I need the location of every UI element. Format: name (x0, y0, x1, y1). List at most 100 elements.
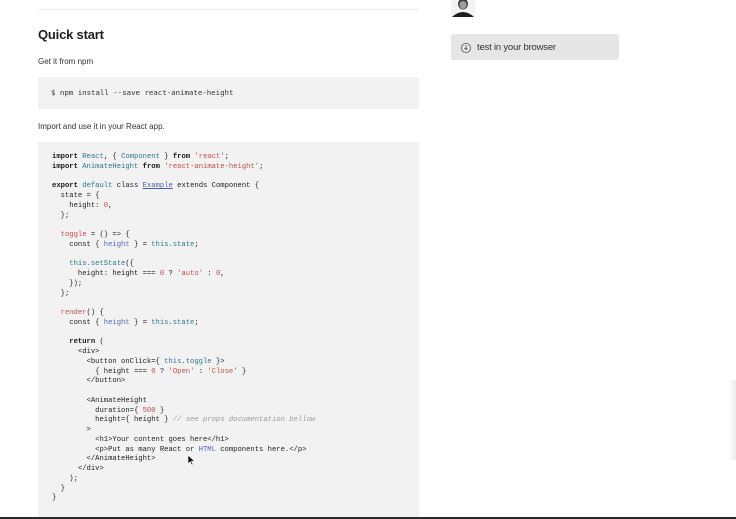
code-token: } (237, 367, 247, 376)
code-line: this.setState({ (52, 260, 419, 270)
code-line: state = { (52, 192, 419, 202)
avatar[interactable] (451, 0, 475, 17)
code-line: export default class Example extends Com… (52, 182, 419, 192)
code-token: Component (121, 153, 160, 161)
code-line: toggle = () => { (52, 231, 419, 241)
code-line: <button onClick={ this.toggle }> (52, 358, 419, 368)
code-line: <div> (52, 348, 419, 358)
code-token: from (172, 153, 191, 161)
code-token: 'react-animate-height' (164, 162, 260, 171)
code-line: const { height } = this.state; (52, 319, 419, 329)
code-token: <p>Put as many React or (52, 445, 199, 454)
code-line: import React, { Component } from 'react'… (52, 153, 419, 163)
code-token: , (108, 201, 113, 210)
code-token: } = (129, 240, 152, 249)
code-line: return ( (52, 338, 419, 348)
code-token: = () => { (86, 231, 130, 239)
test-in-browser-label: test in your browser (477, 41, 556, 53)
code-token: height: (52, 201, 104, 210)
get-it-text: Get it from npm (38, 57, 94, 66)
code-line: } (52, 494, 419, 504)
install-command-block[interactable]: $ npm install --save react-animate-heigh… (38, 77, 419, 109)
code-token: </AnimateHeight> (52, 455, 156, 464)
code-token: this.setState (69, 260, 126, 269)
code-token: ? (155, 367, 169, 376)
code-line: const { height } = this.state; (52, 241, 419, 251)
code-token: height (103, 318, 130, 327)
code-token: }; (52, 211, 70, 220)
code-token: state = { (52, 192, 100, 200)
download-circle-icon (460, 41, 472, 54)
code-line: }); (52, 280, 419, 290)
code-token: <div> (52, 348, 100, 356)
code-token: 500 (142, 406, 156, 415)
code-token: 'react' (194, 153, 225, 161)
code-token: React (82, 153, 104, 161)
code-token: this.state (151, 318, 195, 327)
code-line: </button> (52, 377, 419, 387)
code-token: }); (52, 279, 83, 288)
code-line: </div> (52, 465, 419, 475)
code-token: const { (52, 240, 104, 249)
code-token: ; (194, 318, 199, 327)
code-token: return (69, 338, 96, 347)
code-token: HTML (198, 445, 216, 454)
code-token: this.state (151, 240, 195, 249)
code-token: }; (52, 289, 70, 298)
code-line: render() { (52, 309, 419, 319)
code-line: { height === 0 ? 'Open' : 'Close' } (52, 368, 419, 378)
mouse-cursor-icon (187, 454, 196, 466)
page: Quick start Get it from npm $ npm instal… (0, 0, 736, 519)
code-token: </div> (52, 465, 104, 473)
code-line: duration={ 500 } (52, 407, 419, 417)
code-token: 'auto' (177, 270, 204, 278)
code-token: height={ height } (52, 416, 173, 425)
code-token: <button onClick={ (52, 357, 165, 366)
code-line: import AnimateHeight from 'react-animate… (52, 163, 419, 173)
code-line: <h1>Your content goes here</h1> (52, 436, 419, 446)
code-token: ? (164, 270, 178, 278)
code-token: components here.</p> (215, 445, 307, 454)
code-token: this.toggle (164, 357, 212, 366)
code-example-block[interactable]: import React, { Component } from 'react'… (38, 142, 419, 519)
code-token: , { (103, 153, 122, 161)
code-token: ; (224, 153, 229, 161)
code-token: ); (52, 474, 78, 483)
code-token: <h1>Your content goes here</h1> (52, 435, 229, 444)
code-line: height: 0, (52, 202, 419, 212)
code-token: AnimateHeight (82, 162, 139, 171)
code-line: > (52, 426, 419, 436)
code-token: default (82, 182, 113, 191)
code-line: }; (52, 212, 419, 222)
code-token: : (203, 270, 216, 278)
code-line: ); (52, 475, 419, 485)
code-token: ({ (125, 260, 134, 269)
code-token: } (52, 484, 65, 493)
code-token[interactable]: Example (143, 182, 173, 190)
code-line: </AnimateHeight> (52, 455, 419, 465)
scroll-edge-shadow (728, 380, 736, 460)
code-token: }> (211, 357, 225, 366)
code-token: ; (259, 162, 264, 171)
code-token: toggle (60, 231, 87, 239)
code-token: <AnimateHeight (52, 396, 147, 405)
code-line: height: height === 0 ? 'auto' : 0, (52, 270, 419, 280)
divider (38, 9, 419, 10)
code-token: () { (86, 309, 104, 317)
section-title: Quick start (38, 27, 104, 42)
code-token: render (60, 309, 87, 317)
code-line: } (52, 485, 419, 495)
code-token: from (142, 162, 160, 171)
code-token: duration={ (52, 406, 143, 415)
code-token: // see props documentation bellow (172, 416, 316, 425)
code-token: extends Component { (172, 182, 260, 191)
code-token: { height === (52, 367, 152, 376)
test-in-browser-button[interactable]: test in your browser (451, 34, 619, 60)
code-token: > (52, 426, 91, 434)
